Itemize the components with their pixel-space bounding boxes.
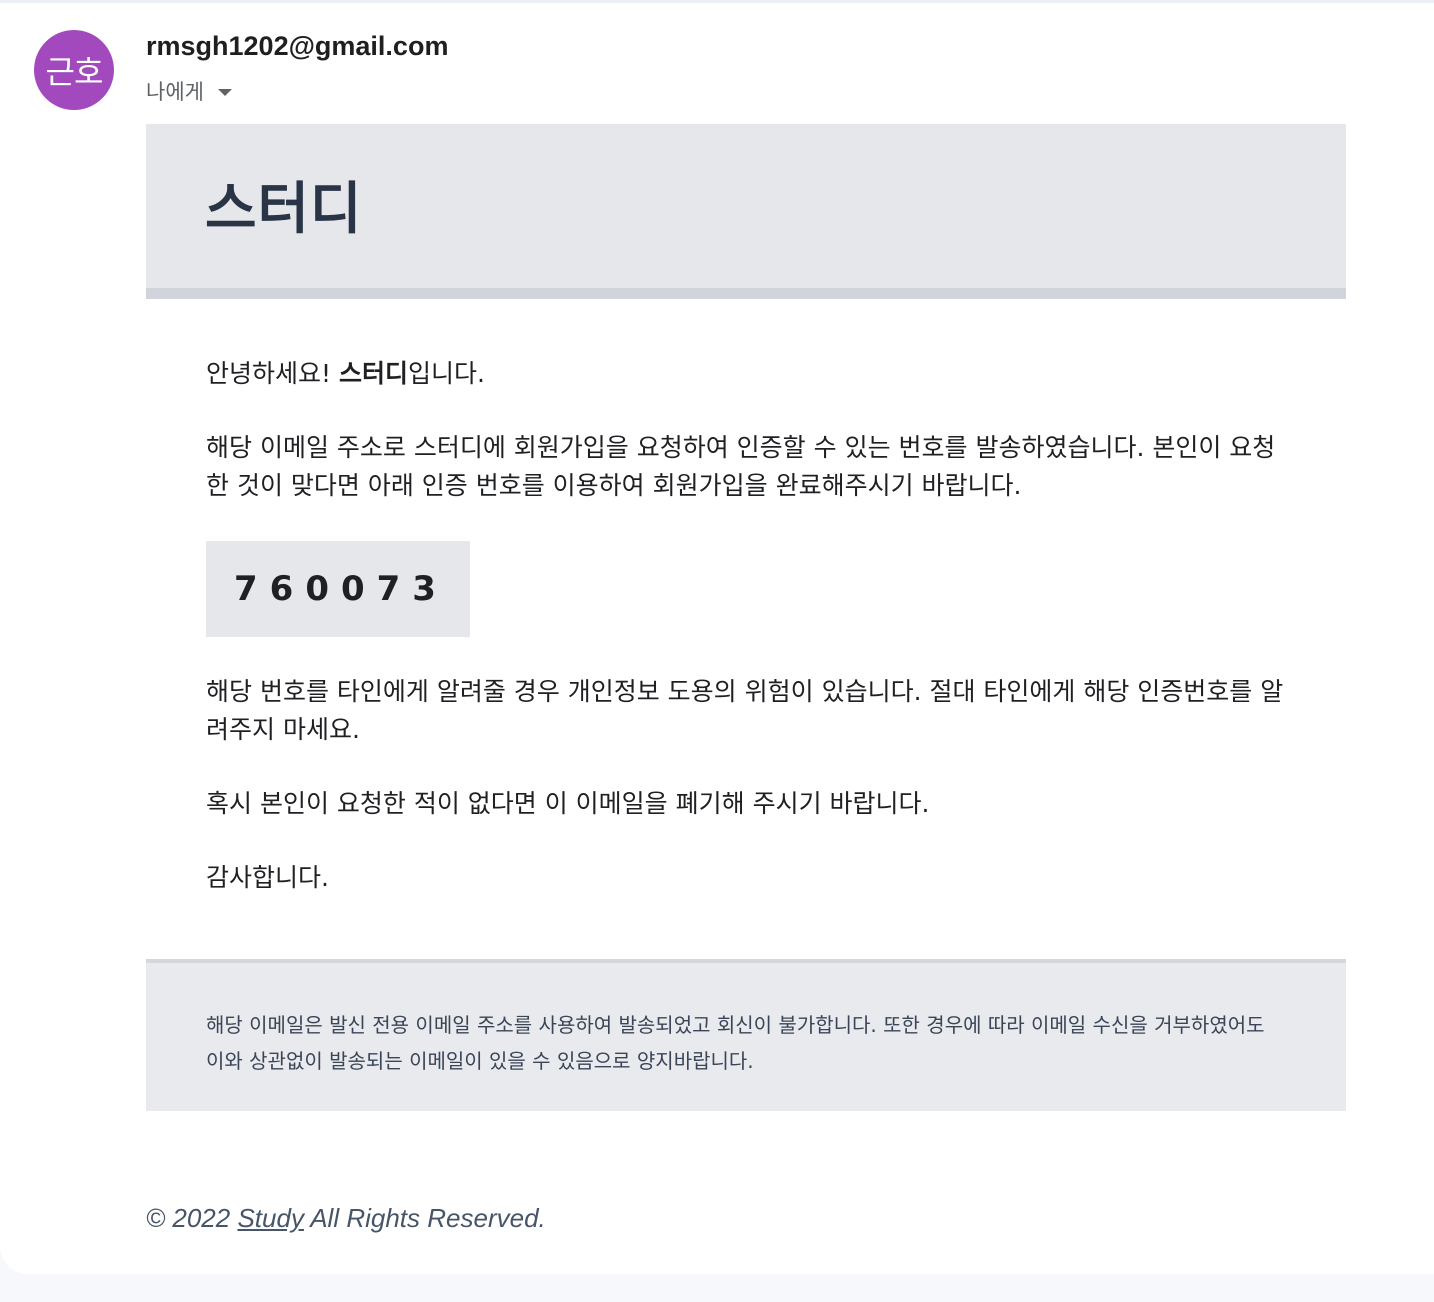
email-body: 안녕하세요! 스터디입니다. 해당 이메일 주소로 스터디에 회원가입을 요청하… [146,299,1346,897]
thanks-paragraph: 감사합니다. [206,863,329,892]
caret-down-icon[interactable] [217,89,232,96]
greeting-suffix: 입니다. [408,359,485,388]
avatar[interactable]: 근호 [34,30,114,110]
brand-title: 스터디 [205,177,363,242]
warning-paragraph: 해당 번호를 타인에게 알려줄 경우 개인정보 도용의 위험이 있습니다. 절대… [206,677,1284,744]
avatar-initials: 근호 [45,53,104,91]
email-header-banner: 스터디 [146,124,1346,299]
email-footer-notice: 해당 이메일은 발신 전용 이메일 주소를 사용하여 발송되었고 회신이 불가합… [146,959,1346,1111]
copyright-prefix: © 2022 [146,1203,238,1233]
intro-paragraph: 해당 이메일 주소로 스터디에 회원가입을 요청하여 인증할 수 있는 번호를 … [206,433,1276,500]
email-view: 근호 rmsgh1202@gmail.com 나에게 스터디 안녕하세요! 스터… [0,0,1434,1274]
footer-notice-text: 해당 이메일은 발신 전용 이메일 주소를 사용하여 발송되었고 회신이 불가합… [206,1013,1265,1073]
greeting-prefix: 안녕하세요! [206,359,339,388]
verification-code: 760073 [206,541,470,637]
sender-email[interactable]: rmsgh1202@gmail.com [146,31,448,62]
email-content: 스터디 안녕하세요! 스터디입니다. 해당 이메일 주소로 스터디에 회원가입을… [146,124,1346,1111]
copyright: © 2022 Study All Rights Reserved. [146,1203,546,1234]
greeting: 안녕하세요! 스터디입니다. [206,355,1286,393]
greeting-brand: 스터디 [338,359,408,388]
ignore-paragraph: 혹시 본인이 요청한 적이 없다면 이 이메일을 폐기해 주시기 바랍니다. [206,789,930,818]
recipient-dropdown[interactable]: 나에게 [146,76,232,106]
copyright-suffix: All Rights Reserved. [303,1203,546,1233]
recipient-label: 나에게 [146,80,204,104]
study-link[interactable]: Study [237,1203,304,1233]
